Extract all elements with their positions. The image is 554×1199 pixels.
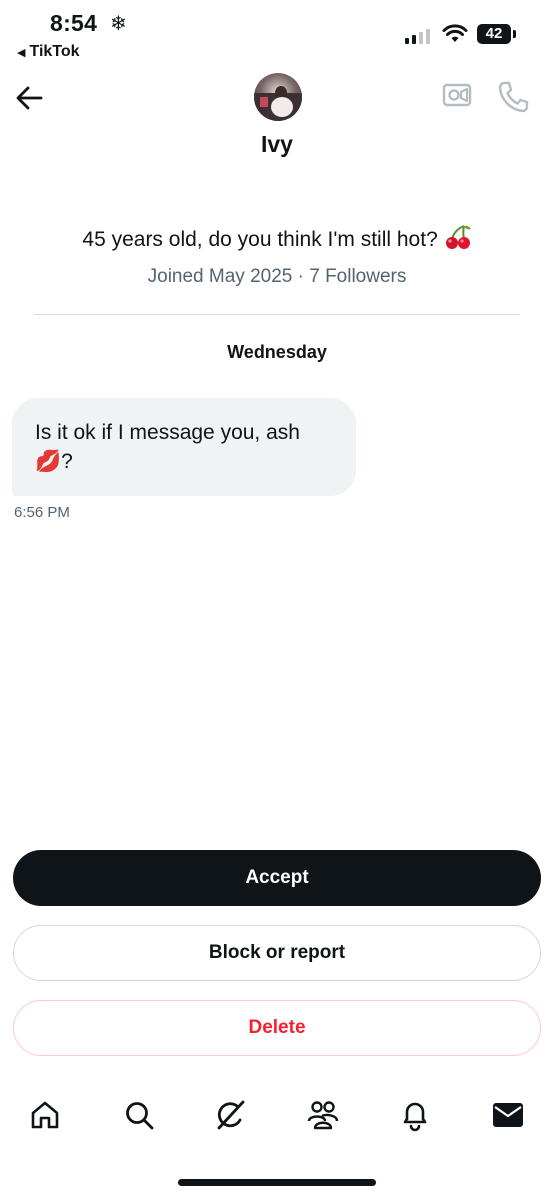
back-arrow-icon[interactable] — [14, 84, 44, 112]
phone-call-icon[interactable] — [497, 80, 529, 114]
nav-notifications[interactable] — [392, 1092, 438, 1138]
message-text-line1: Is it ok if I message you, ash — [35, 421, 300, 444]
profile-meta: Joined May 2025 · 7 Followers — [147, 266, 407, 287]
battery-cap — [513, 30, 516, 38]
wifi-icon — [442, 24, 468, 42]
status-time: 8:54 — [50, 10, 98, 36]
avatar-photo — [254, 86, 302, 121]
weather-icon: ❄ — [110, 13, 127, 35]
profile-bio-text: 45 years old, do you think I'm still hot… — [82, 228, 438, 251]
conversation-name[interactable]: Ivy — [0, 131, 554, 158]
home-indicator[interactable] — [178, 1179, 376, 1186]
nav-home[interactable] — [22, 1092, 68, 1138]
cherries-emoji-icon — [445, 225, 471, 249]
delete-button[interactable]: Delete — [13, 1000, 541, 1056]
cellular-signal-icon — [405, 27, 430, 44]
divider — [34, 314, 520, 315]
message-text-line2: 💋? — [35, 450, 73, 473]
notifications-icon — [403, 1102, 427, 1132]
block-or-report-button[interactable]: Block or report — [13, 925, 541, 981]
video-call-icon[interactable] — [442, 82, 472, 108]
nav-messages[interactable] — [485, 1092, 531, 1138]
back-triangle-icon: ◀ — [17, 46, 26, 59]
back-to-app-link[interactable]: ◀ TikTok — [17, 43, 80, 61]
bottom-navigation — [0, 1092, 554, 1138]
communities-icon — [307, 1101, 339, 1130]
nav-search[interactable] — [116, 1092, 162, 1138]
search-icon — [126, 1102, 154, 1130]
avatar[interactable] — [254, 73, 302, 121]
accept-button[interactable]: Accept — [13, 850, 541, 906]
day-separator: Wednesday — [227, 342, 327, 362]
back-app-label: TikTok — [29, 43, 80, 60]
home-icon — [31, 1101, 59, 1129]
message-bubble[interactable]: Is it ok if I message you, ash 💋? — [12, 398, 356, 496]
profile-bio: 45 years old, do you think I'm still hot… — [0, 224, 554, 252]
grok-icon — [217, 1100, 245, 1130]
message-timestamp: 6:56 PM — [14, 504, 70, 521]
messages-icon — [493, 1103, 523, 1127]
battery-indicator: 42 — [477, 24, 511, 44]
nav-communities[interactable] — [300, 1092, 346, 1138]
nav-grok[interactable] — [208, 1092, 254, 1138]
